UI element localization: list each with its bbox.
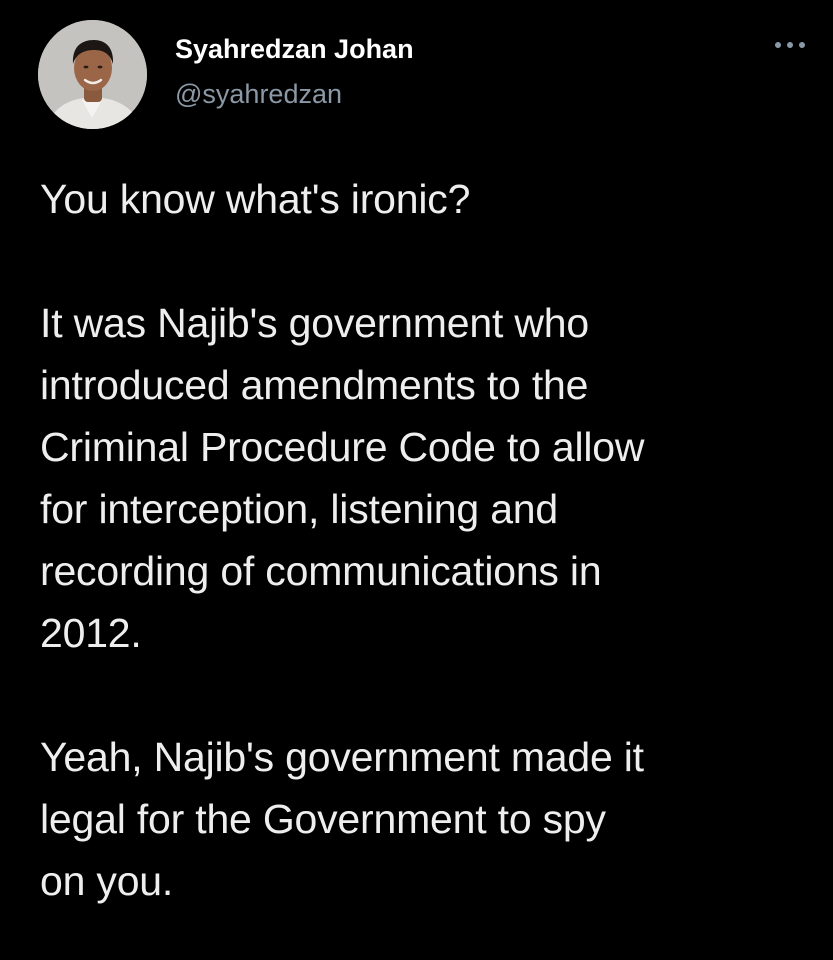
author-handle[interactable]: @syahredzan <box>175 77 342 111</box>
tweet-card: Syahredzan Johan @syahredzan You know wh… <box>0 0 833 960</box>
avatar[interactable] <box>38 20 147 129</box>
more-options-button[interactable] <box>768 30 812 60</box>
tweet-paragraph: Yeah, Najib's government made it legal f… <box>40 734 644 904</box>
tweet-paragraph: You know what's ironic? <box>40 176 471 222</box>
avatar-photo <box>38 20 147 129</box>
author-display-name[interactable]: Syahredzan Johan <box>175 32 414 66</box>
tweet-body: You know what's ironic? It was Najib's g… <box>40 168 820 912</box>
tweet-paragraph: It was Najib's government who introduced… <box>40 300 645 656</box>
more-horizontal-icon <box>775 42 805 48</box>
